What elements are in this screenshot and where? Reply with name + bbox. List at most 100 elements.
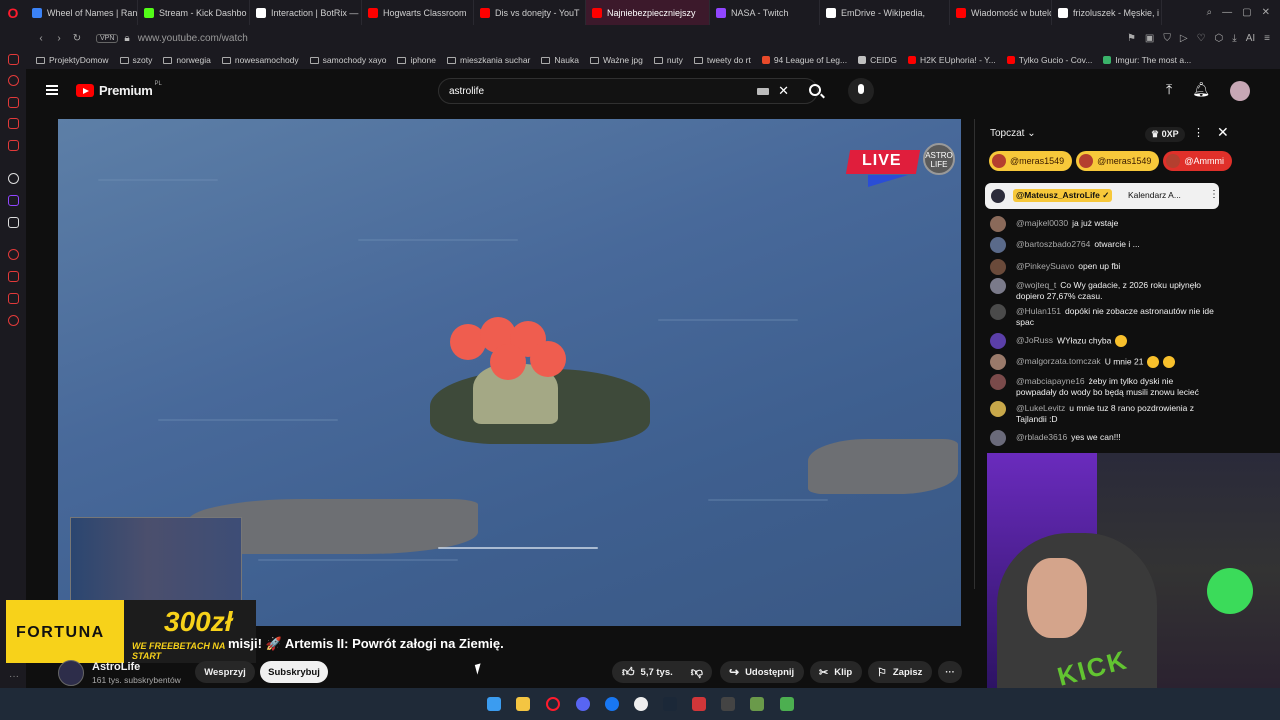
player-icon[interactable]: ▷	[1180, 33, 1188, 44]
bookmark-item[interactable]: iphone	[397, 55, 436, 65]
facebook-icon[interactable]	[605, 697, 619, 711]
more-actions-button[interactable]: ···	[938, 661, 962, 683]
channel-name[interactable]: AstroLife	[92, 661, 140, 673]
sidebar-chatgpt-icon[interactable]	[8, 173, 19, 184]
minimize-icon[interactable]: —	[1222, 7, 1232, 18]
extensions-icon[interactable]: ⬡	[1215, 33, 1224, 44]
bookmark-item[interactable]: 94 League of Leg...	[761, 55, 847, 65]
vpn-badge[interactable]: VPN	[96, 33, 119, 43]
file-explorer-icon[interactable]	[516, 697, 530, 711]
notifications-bell-icon[interactable]: 🔔︎	[1192, 81, 1210, 101]
search-tabs-icon[interactable]: ⌕	[1207, 7, 1213, 18]
browser-tab[interactable]: EmDrive - Wikipedia,	[820, 0, 950, 25]
youtube-logo[interactable]: Premium PL	[76, 81, 162, 98]
clear-search-icon[interactable]: ✕	[778, 83, 789, 99]
steam-icon[interactable]	[663, 697, 677, 711]
upload-icon[interactable]: ⤒	[1166, 81, 1172, 101]
subscribe-button[interactable]: Subskrybuj	[260, 661, 328, 683]
menu-icon[interactable]: ≡	[1264, 33, 1270, 44]
browser-tab[interactable]: Interaction | BotRix —	[250, 0, 362, 25]
dislike-icon[interactable]: 👎︎	[691, 665, 703, 680]
sidebar-clock-icon[interactable]	[8, 249, 19, 260]
chat-author-name[interactable]: @wojteq_t	[1016, 280, 1056, 290]
sidebar-history-icon[interactable]	[8, 75, 19, 86]
xp-badge[interactable]: ♛ 0XP	[1145, 127, 1185, 142]
like-icon[interactable]: 👍︎	[622, 665, 635, 680]
supporter-chip[interactable]: @Ammmi	[1163, 151, 1232, 171]
discord-icon[interactable]	[576, 697, 590, 711]
chat-author-name[interactable]: @JoRuss	[1016, 335, 1053, 345]
bookmark-item[interactable]: norwegia	[163, 55, 211, 65]
sidebar-more-icon[interactable]: ···	[9, 671, 19, 682]
minecraft-icon[interactable]	[750, 697, 764, 711]
keyboard-icon[interactable]	[757, 88, 769, 95]
sidebar-heart-icon[interactable]	[8, 271, 19, 282]
sidebar-music-icon[interactable]	[8, 140, 19, 151]
opera-taskbar-icon[interactable]	[546, 697, 560, 711]
bookmark-item[interactable]: szoty	[119, 55, 152, 65]
supporter-chip[interactable]: @meras1549	[1076, 151, 1160, 171]
support-button[interactable]: Wesprzyj	[195, 661, 255, 683]
chat-author-name[interactable]: @PinkeySuavo	[1016, 261, 1074, 271]
url-field[interactable]: www.youtube.com/watch	[138, 33, 248, 44]
bookmark-item[interactable]: ProjektyDomow	[36, 55, 109, 65]
close-chat-icon[interactable]: ✕	[1217, 124, 1229, 141]
hamburger-menu-icon[interactable]	[46, 85, 58, 95]
bookmark-item[interactable]: CEIDG	[858, 55, 897, 65]
browser-tab[interactable]: NASA - Twitch	[710, 0, 820, 25]
sidebar-x-icon[interactable]	[8, 217, 19, 228]
obs-icon[interactable]	[634, 697, 648, 711]
search-input[interactable]: astrolife	[449, 86, 484, 97]
chat-menu-icon[interactable]: ⋮	[1193, 126, 1204, 139]
save-button[interactable]: ⚐ Zapisz	[868, 661, 932, 683]
bookmark-item[interactable]: tweety do rt	[693, 55, 751, 65]
sidebar-chat-icon[interactable]	[8, 118, 19, 129]
microphone-icon[interactable]	[848, 78, 874, 104]
back-icon[interactable]: ‹	[32, 33, 50, 44]
bookmark-item[interactable]: Nauka	[541, 55, 579, 65]
opera-logo-icon[interactable]: O	[0, 0, 26, 25]
channel-avatar[interactable]	[58, 660, 84, 686]
download-icon[interactable]: ⤓	[1232, 33, 1236, 44]
bookmark-item[interactable]: nowesamochody	[221, 55, 299, 65]
clip-button[interactable]: ✂ Klip	[810, 661, 862, 683]
account-avatar[interactable]	[1230, 81, 1250, 101]
pinned-message[interactable]: @Mateusz_AstroLife ✓ Kalendarz A... ⋮	[985, 183, 1219, 209]
search-icon[interactable]	[809, 84, 821, 96]
app-icon[interactable]	[780, 697, 794, 711]
chat-author-name[interactable]: @malgorzata.tomczak	[1016, 356, 1101, 366]
chat-author-name[interactable]: @LukeLevitz	[1016, 403, 1065, 413]
browser-tab[interactable]: Wheel of Names | Ran	[26, 0, 138, 25]
chat-author-name[interactable]: @rblade3616	[1016, 432, 1067, 442]
sidebar-messenger-icon[interactable]	[8, 54, 19, 65]
browser-tab[interactable]: Dis vs donejty - YouT	[474, 0, 586, 25]
fortuna-ad-banner[interactable]: FORTUNA 300zł WE FREEBETACH NA START	[6, 600, 256, 663]
sidebar-wallet-icon[interactable]	[8, 97, 19, 108]
chat-mode-dropdown[interactable]: Topczat ⌄	[990, 128, 1036, 139]
riot-icon[interactable]	[692, 697, 706, 711]
chat-author-name[interactable]: @mabciapayne16	[1016, 376, 1085, 386]
bookmark-item[interactable]: mieszkania suchar	[447, 55, 530, 65]
chat-author-name[interactable]: @majkel0030	[1016, 218, 1068, 228]
terminal-icon[interactable]	[721, 697, 735, 711]
close-window-icon[interactable]: ✕	[1262, 7, 1270, 18]
browser-tab[interactable]: frizoluszek - Męskie, i	[1052, 0, 1162, 25]
adblock-icon[interactable]: ⛉	[1163, 33, 1171, 44]
share-button[interactable]: ↪ Udostępnij	[720, 661, 804, 683]
maximize-icon[interactable]: ▢	[1242, 7, 1251, 18]
pinned-menu-icon[interactable]: ⋮	[1209, 189, 1219, 200]
snapshot-icon[interactable]: ▣	[1145, 33, 1154, 44]
forward-icon[interactable]: ›	[50, 33, 68, 44]
bookmark-icon[interactable]: ⚑	[1127, 33, 1136, 44]
browser-tab[interactable]: Stream - Kick Dashbo	[138, 0, 250, 25]
bookmark-item[interactable]: nuty	[653, 55, 683, 65]
sidebar-twitch-icon[interactable]	[8, 195, 19, 206]
sidebar-extensions-icon[interactable]	[8, 293, 19, 304]
sidebar-settings-icon[interactable]	[8, 315, 19, 326]
start-icon[interactable]	[487, 697, 501, 711]
ai-button[interactable]: AI	[1246, 33, 1255, 44]
like-count[interactable]: 5,7 tys.	[641, 667, 673, 678]
search-box[interactable]: astrolife ✕	[438, 78, 818, 104]
browser-tab[interactable]: Wiadomość w butelc	[950, 0, 1052, 25]
chat-author-name[interactable]: @Hulan151	[1016, 306, 1061, 316]
